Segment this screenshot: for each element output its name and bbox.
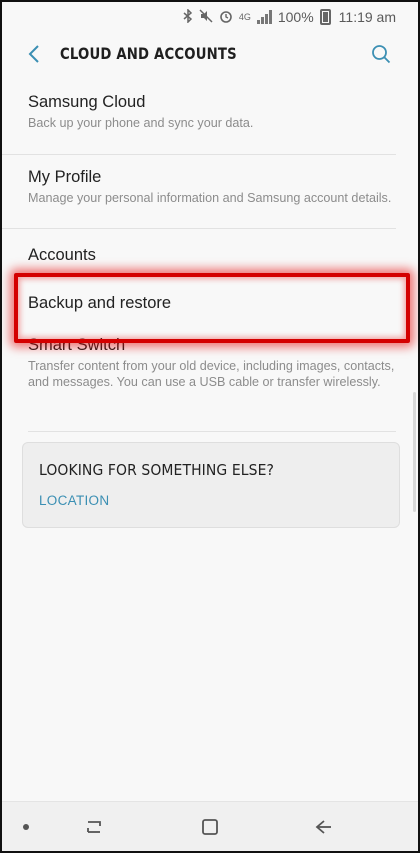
phone-screen: 4G 100% 11:19 am CLOUD AND ACCOUNTS Sams… [0, 0, 420, 853]
recent-apps-icon [87, 821, 101, 833]
status-time: 11:19 am [338, 9, 396, 25]
menu-item-description: Transfer content from your old device, i… [28, 359, 395, 389]
alarm-icon [219, 9, 233, 26]
page-title: CLOUD AND ACCOUNTS [60, 44, 237, 63]
menu-item-title: My Profile [28, 168, 102, 186]
network-type-icon: 4G [238, 12, 251, 22]
menu-item-title: Smart Switch [28, 336, 126, 354]
mute-icon [199, 8, 213, 26]
search-button[interactable] [366, 39, 396, 69]
status-bar: 4G 100% 11:19 am [2, 2, 418, 32]
menu-item-description: Manage your personal information and Sam… [28, 191, 392, 205]
location-link[interactable]: LOCATION [39, 493, 109, 508]
suggestion-card: LOOKING FOR SOMETHING ELSE? LOCATION [22, 442, 400, 528]
menu-item-accounts[interactable]: Accounts [2, 229, 396, 273]
menu-item-title: Backup and restore [28, 294, 172, 312]
scrollbar[interactable] [413, 392, 416, 512]
nav-back-button[interactable] [304, 812, 344, 842]
menu-item-title: Accounts [28, 246, 96, 264]
home-icon [202, 819, 218, 835]
dot-icon [23, 824, 29, 830]
menu-item-samsung-cloud[interactable]: Samsung Cloud Back up your phone and syn… [2, 76, 396, 155]
home-button[interactable] [190, 812, 230, 842]
menu-item-title: Samsung Cloud [28, 93, 146, 111]
list-divider [28, 431, 396, 432]
menu-item-smart-switch[interactable]: Smart Switch Transfer content from your … [2, 335, 396, 419]
bluetooth-icon [183, 7, 193, 26]
back-arrow-icon [315, 820, 331, 834]
navigation-bar [2, 801, 418, 851]
chevron-left-icon [28, 45, 39, 63]
battery-icon [319, 9, 331, 25]
menu-item-description: Back up your phone and sync your data. [28, 116, 254, 130]
nav-dot-button[interactable] [6, 812, 46, 842]
app-bar: CLOUD AND ACCOUNTS [2, 32, 418, 76]
battery-percent: 100% [277, 9, 314, 25]
menu-item-my-profile[interactable]: My Profile Manage your personal informat… [2, 155, 396, 229]
recent-apps-button[interactable] [74, 812, 114, 842]
suggestion-title: LOOKING FOR SOMETHING ELSE? [39, 461, 274, 479]
menu-item-backup-and-restore[interactable]: Backup and restore [2, 273, 396, 335]
settings-list: Samsung Cloud Back up your phone and syn… [2, 76, 418, 419]
search-icon [372, 45, 391, 64]
back-button[interactable] [20, 38, 48, 70]
signal-icon [256, 10, 272, 24]
